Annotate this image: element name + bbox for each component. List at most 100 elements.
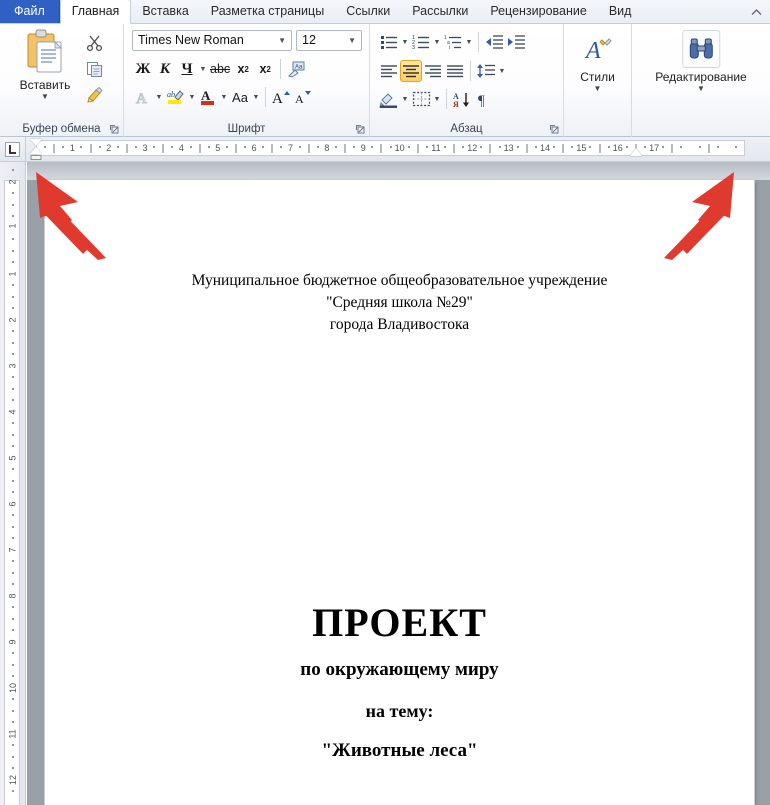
chevron-up-icon[interactable]	[748, 4, 764, 20]
ruler-minor-tick	[607, 146, 610, 148]
paste-button[interactable]: Вставить ▼	[14, 28, 76, 116]
line-spacing-dropdown-caret-icon[interactable]: ▼	[497, 68, 507, 75]
paintbrush-icon[interactable]	[80, 82, 110, 108]
vruler-minor-tick	[12, 203, 14, 206]
svg-text:Я: Я	[453, 100, 459, 108]
multilevel-dropdown-caret-icon[interactable]: ▼	[464, 39, 474, 46]
numbering-dropdown-caret-icon[interactable]: ▼	[432, 39, 442, 46]
ruler-minor-tick	[53, 144, 55, 153]
scissors-icon[interactable]	[80, 30, 110, 56]
ruler-minor-tick	[298, 146, 301, 148]
right-indent-marker[interactable]	[629, 148, 642, 156]
change-case-button[interactable]: Aa	[229, 85, 251, 109]
font-size-value: 12	[302, 33, 316, 47]
vertical-ruler[interactable]: 2 1 1 2 3 4 5 6 7 8 9 10 11 12	[0, 162, 26, 805]
copy-icon[interactable]	[80, 56, 110, 82]
decrease-indent-icon[interactable]	[483, 31, 505, 53]
dialog-launcher-icon[interactable]	[355, 124, 365, 134]
paste-dropdown-caret-icon[interactable]: ▼	[41, 93, 49, 101]
strikethrough-button[interactable]: abc	[208, 57, 232, 81]
bullets-dropdown-caret-icon[interactable]: ▼	[400, 39, 410, 46]
increase-indent-icon[interactable]	[505, 31, 527, 53]
document-page[interactable]: Муниципальное бюджетное общеобразователь…	[45, 180, 754, 805]
hanging-indent-marker[interactable]	[30, 147, 42, 154]
horizontal-ruler[interactable]: 1 2 3 4 5 6 7 8 9 10 11 12 13 14 15 16 17	[26, 137, 770, 162]
dialog-launcher-icon[interactable]	[549, 124, 559, 134]
ruler-minor-tick	[244, 146, 247, 148]
bullet-list-icon[interactable]	[378, 31, 400, 53]
vruler-minor-tick	[12, 755, 14, 758]
ruler-minor-tick	[407, 146, 410, 148]
tab-references[interactable]: Ссылки	[335, 0, 401, 23]
ruler-minor-tick	[262, 146, 265, 148]
styles-button[interactable]: A Стили ▼	[579, 30, 617, 93]
tab-page-layout[interactable]: Разметка страницы	[200, 0, 335, 23]
first-line-indent-marker[interactable]	[30, 139, 42, 146]
font-color-icon[interactable]: A	[197, 85, 219, 109]
ruler-minor-tick	[235, 144, 237, 153]
ruler-minor-tick	[662, 146, 665, 148]
editing-dropdown-caret-icon[interactable]: ▼	[697, 85, 705, 93]
editing-button[interactable]: Редактирование ▼	[655, 30, 747, 93]
multilevel-list-icon[interactable]: 1ai	[442, 31, 464, 53]
vruler-minor-tick	[12, 399, 14, 401]
borders-icon[interactable]	[410, 88, 432, 110]
line-spacing-icon[interactable]	[475, 60, 497, 82]
numbered-list-icon[interactable]: 123	[410, 31, 432, 53]
clear-formatting-icon[interactable]: Aa	[285, 57, 307, 81]
ruler-minor-tick	[153, 146, 156, 148]
shrink-font-button[interactable]: A	[292, 85, 314, 109]
vruler-minor-tick	[12, 652, 14, 654]
tab-file[interactable]: Файл	[0, 0, 60, 23]
vruler-minor-tick	[12, 698, 14, 700]
chevron-down-icon[interactable]: ▼	[348, 31, 361, 50]
text-effects-dropdown-caret-icon[interactable]: ▼	[154, 94, 164, 101]
pilcrow-icon[interactable]: ¶	[473, 88, 495, 110]
ruler-minor-tick	[425, 146, 428, 148]
text-effects-icon[interactable]: A	[132, 85, 154, 109]
align-left-icon[interactable]	[378, 60, 400, 82]
ruler-minor-tick	[126, 144, 128, 153]
svg-text:¶: ¶	[478, 93, 485, 107]
document-content: Муниципальное бюджетное общеобразователь…	[45, 180, 754, 768]
doc-line-org3: города Владивостока	[329, 316, 470, 333]
text-highlight-icon[interactable]: ab	[164, 85, 187, 109]
tab-mailings[interactable]: Рассылки	[401, 0, 479, 23]
left-indent-marker[interactable]	[30, 155, 42, 160]
dialog-launcher-icon[interactable]	[109, 124, 119, 134]
ruler-tick-label: 11	[431, 143, 441, 153]
shading-dropdown-caret-icon[interactable]: ▼	[400, 96, 410, 103]
ruler-minor-tick	[444, 146, 447, 148]
underline-dropdown-caret-icon[interactable]: ▼	[198, 66, 208, 73]
paste-label: Вставить	[19, 78, 71, 92]
highlight-dropdown-caret-icon[interactable]: ▼	[187, 94, 197, 101]
vruler-minor-tick	[12, 744, 14, 746]
italic-button[interactable]: К	[154, 57, 176, 81]
document-canvas[interactable]: Муниципальное бюджетное общеобразователь…	[27, 162, 770, 805]
tab-insert[interactable]: Вставка	[131, 0, 199, 23]
styles-dropdown-caret-icon[interactable]: ▼	[594, 85, 602, 93]
tab-home[interactable]: Главная	[59, 0, 132, 24]
bold-button[interactable]: Ж	[132, 57, 154, 81]
sort-az-icon[interactable]: A Я	[451, 88, 473, 110]
tab-view[interactable]: Вид	[598, 0, 643, 23]
tab-review[interactable]: Рецензирование	[479, 0, 598, 23]
align-center-icon[interactable]	[400, 60, 422, 82]
align-justify-icon[interactable]	[444, 60, 466, 82]
font-color-dropdown-caret-icon[interactable]: ▼	[219, 94, 229, 101]
grow-font-button[interactable]: A	[270, 85, 292, 109]
underline-button[interactable]: Ч	[176, 57, 198, 81]
subscript-button[interactable]: x2	[232, 57, 254, 81]
align-right-icon[interactable]	[422, 60, 444, 82]
superscript-button[interactable]: x2	[254, 57, 276, 81]
chevron-down-icon[interactable]: ▼	[278, 31, 291, 50]
tab-selector-button[interactable]	[0, 137, 26, 162]
font-size-combo[interactable]: 12 ▼	[296, 30, 362, 51]
font-name-combo[interactable]: Times New Roman ▼	[132, 30, 292, 51]
borders-dropdown-caret-icon[interactable]: ▼	[432, 96, 442, 103]
shading-icon[interactable]	[378, 88, 400, 110]
change-case-dropdown-caret-icon[interactable]: ▼	[251, 94, 261, 101]
vruler-minor-tick	[12, 629, 14, 631]
svg-text:A: A	[584, 38, 601, 64]
vruler-minor-tick	[12, 376, 14, 378]
